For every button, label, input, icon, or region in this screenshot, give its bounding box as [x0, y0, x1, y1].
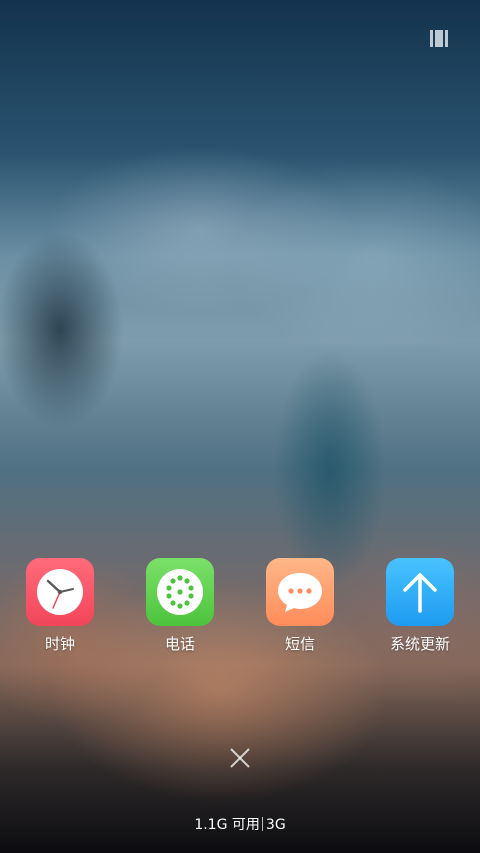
- app-label-clock: 时钟: [44, 635, 75, 653]
- clock-icon[interactable]: [26, 558, 94, 626]
- multi-window-icon[interactable]: [430, 30, 452, 47]
- app-label-messages: 短信: [284, 635, 315, 653]
- arrow-up-icon[interactable]: [386, 558, 454, 626]
- message-bubble-icon[interactable]: [266, 558, 334, 626]
- memory-available: 1.1G 可用: [194, 817, 260, 833]
- memory-status: 1.1G 可用 3G: [0, 815, 480, 835]
- recent-app-clock[interactable]: 时钟: [0, 558, 120, 654]
- recent-apps-row: 时钟 电话 短信 系统更新: [0, 558, 480, 668]
- app-label-phone: 电话: [164, 635, 195, 653]
- memory-divider: [261, 817, 263, 831]
- phone-dialpad-icon[interactable]: [146, 558, 214, 626]
- blurred-wallpaper: [0, 0, 480, 853]
- app-label-system-update: 系统更新: [389, 635, 450, 653]
- memory-total: 3G: [265, 817, 286, 833]
- clear-all-close-icon[interactable]: [228, 746, 252, 770]
- recent-app-phone[interactable]: 电话: [120, 558, 240, 654]
- recent-app-messages[interactable]: 短信: [240, 558, 360, 654]
- recent-app-system-update[interactable]: 系统更新: [360, 558, 480, 654]
